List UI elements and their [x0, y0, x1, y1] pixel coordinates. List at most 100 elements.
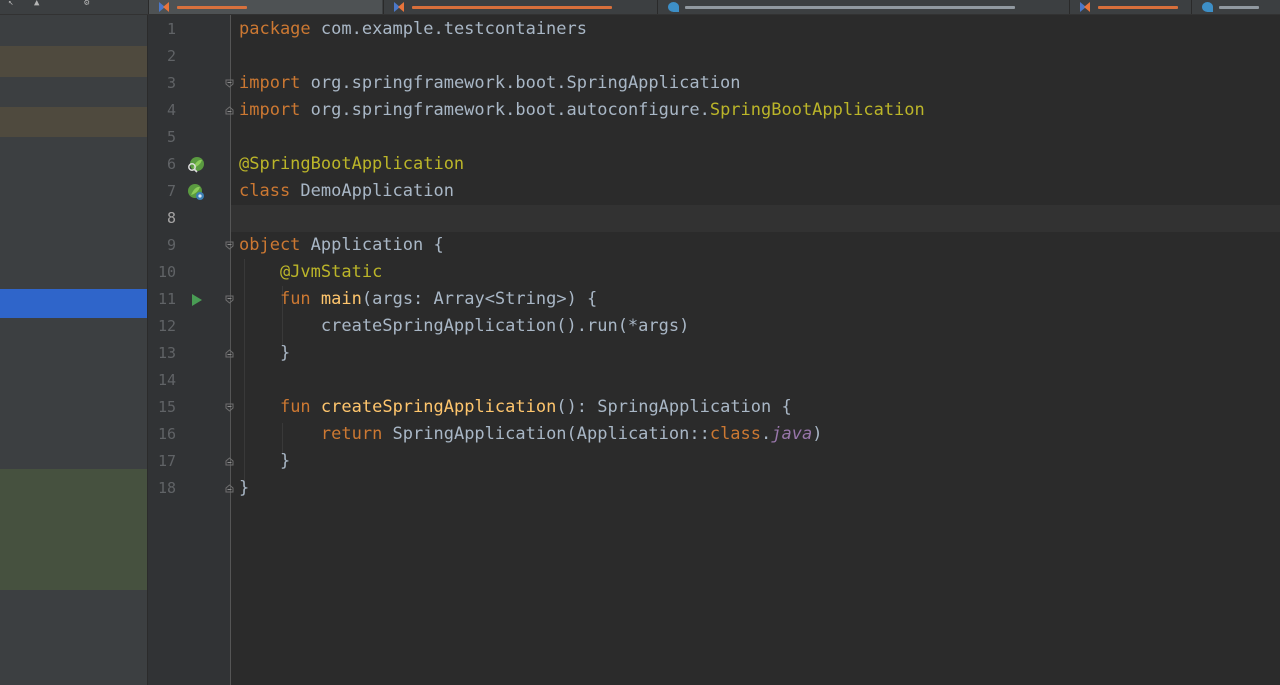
code-line[interactable]: fun createSpringApplication(): SpringApp… [239, 394, 792, 421]
code-token: SpringBootApplication [709, 100, 925, 120]
code-line[interactable]: } [239, 448, 290, 475]
editor-tab-5[interactable] [1192, 0, 1280, 14]
code-line[interactable]: import org.springframework.boot.SpringAp… [239, 70, 741, 97]
code-line[interactable]: return SpringApplication(Application::cl… [239, 421, 823, 448]
kotlin-file-icon [159, 2, 171, 12]
code-token: @JvmStatic [279, 262, 383, 282]
line-number: 2 [166, 47, 176, 65]
editor-tab-4[interactable] [1070, 0, 1190, 14]
fold-end-icon[interactable] [225, 484, 234, 493]
project-tree-row-modified[interactable] [0, 107, 147, 137]
code-token: import [239, 73, 301, 93]
code-token: DemoApplication [290, 181, 454, 201]
code-token: (): SpringApplication { [556, 397, 792, 417]
line-number: 1 [166, 20, 176, 38]
code-token: } [239, 478, 250, 498]
code-token: createSpringApplication().run(*args) [239, 316, 690, 336]
fold-start-icon[interactable] [225, 295, 234, 304]
code-line[interactable]: createSpringApplication().run(*args) [239, 313, 689, 340]
line-number: 14 [157, 371, 176, 389]
code-token: main [320, 289, 362, 309]
collapse-icon[interactable]: ↖ [8, 0, 18, 8]
code-token: class [709, 424, 762, 444]
editor-tab-3[interactable] [658, 0, 1068, 14]
tab-label-obscured [177, 5, 247, 9]
fold-start-icon[interactable] [225, 403, 234, 412]
intellij-class-icon [668, 2, 679, 12]
settings-icon[interactable]: ⚙ [84, 0, 94, 8]
spring-bean-navigate-icon[interactable] [187, 183, 205, 201]
code-token: fun [279, 289, 311, 309]
code-line[interactable]: } [239, 475, 249, 502]
code-token: class [239, 181, 291, 201]
code-token: object [239, 235, 301, 255]
code-token: Application { [300, 235, 444, 255]
code-token: fun [279, 397, 311, 417]
code-line[interactable]: } [239, 340, 290, 367]
code-token: } [239, 343, 291, 363]
editor-tab-bar: ↖ ▲ ⚙ [0, 0, 1280, 15]
code-token: org.springframework.boot.SpringApplicati… [300, 73, 741, 93]
code-line[interactable]: class DemoApplication [239, 178, 454, 205]
code-line[interactable]: import org.springframework.boot.autoconf… [239, 97, 925, 124]
kotlin-file-icon [1080, 2, 1092, 12]
code-token: import [239, 100, 301, 120]
fold-end-icon[interactable] [225, 457, 234, 466]
current-line-highlight [231, 205, 1280, 232]
project-tree-row-selected[interactable] [0, 289, 147, 318]
code-line[interactable]: @JvmStatic [239, 259, 382, 286]
line-number: 10 [157, 263, 176, 281]
code-line[interactable]: object Application { [239, 232, 444, 259]
code-token: return [320, 424, 383, 444]
line-number: 16 [157, 425, 176, 443]
code-token: org.springframework.boot.autoconfigure. [300, 100, 710, 120]
expand-icon[interactable]: ▲ [34, 0, 44, 8]
intellij-class-icon [1202, 2, 1213, 12]
code-token: createSpringApplication [320, 397, 557, 417]
line-number: 18 [157, 479, 176, 497]
line-number: 7 [166, 182, 176, 200]
code-line[interactable]: @SpringBootApplication [239, 151, 464, 178]
code-token: SpringApplication(Application:: [382, 424, 710, 444]
line-number: 17 [157, 452, 176, 470]
project-tree-row-modified[interactable] [0, 46, 147, 77]
line-number: 15 [157, 398, 176, 416]
tab-label-obscured [685, 5, 1015, 9]
fold-start-icon[interactable] [225, 241, 234, 250]
tab-label-obscured [412, 5, 612, 9]
line-number: 9 [166, 236, 176, 254]
line-number: 11 [157, 290, 176, 308]
code-line[interactable]: package com.example.testcontainers [239, 16, 587, 43]
tab-label-obscured [1098, 5, 1178, 9]
spring-bean-search-icon[interactable] [187, 156, 205, 174]
line-number: 13 [157, 344, 176, 362]
code-token: @SpringBootApplication [239, 154, 465, 174]
code-token: java [771, 424, 813, 444]
fold-end-icon[interactable] [225, 106, 234, 115]
line-number: 8 [166, 209, 176, 227]
line-number: 5 [166, 128, 176, 146]
editor-tab-2[interactable] [384, 0, 656, 14]
code-token: (args: Array<String>) { [361, 289, 598, 309]
line-number: 3 [166, 74, 176, 92]
fold-start-icon[interactable] [225, 79, 234, 88]
code-line[interactable]: fun main(args: Array<String>) { [239, 286, 597, 313]
code-token: . [761, 424, 772, 444]
code-token: package [239, 19, 311, 39]
code-token: com.example.testcontainers [310, 19, 587, 39]
project-tree-row-added[interactable] [0, 469, 147, 590]
fold-end-icon[interactable] [225, 349, 234, 358]
kotlin-file-icon [394, 2, 406, 12]
editor-tab-1[interactable] [149, 0, 382, 14]
line-number: 12 [157, 317, 176, 335]
tab-label-obscured [1219, 5, 1259, 9]
line-number: 6 [166, 155, 176, 173]
run-icon[interactable] [190, 292, 204, 306]
code-token: ) [812, 424, 823, 444]
